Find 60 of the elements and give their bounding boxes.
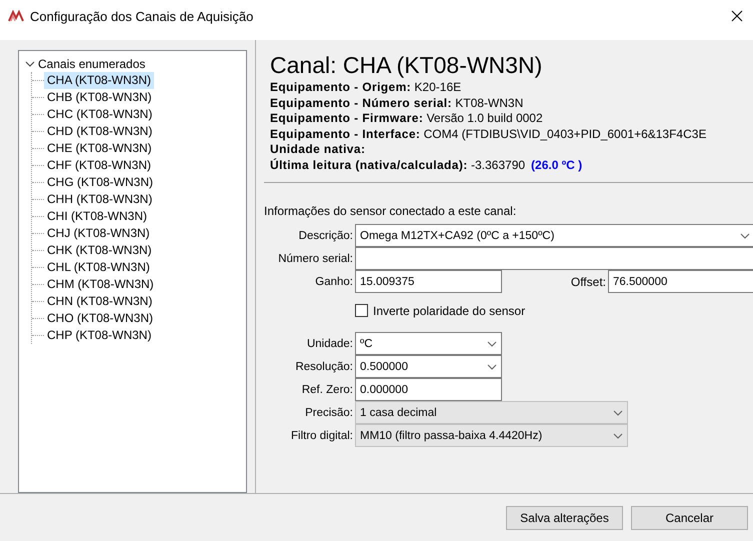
info-value: -3.363790	[471, 158, 526, 172]
tree-item[interactable]: CHI (KT08-WN3N)	[44, 208, 150, 225]
info-label: Unidade nativa:	[270, 142, 366, 156]
channel-heading: Canal: CHA (KT08-WN3N)	[270, 51, 544, 80]
tree-item[interactable]: CHF (KT08-WN3N)	[44, 157, 154, 174]
caret-icon	[613, 410, 623, 416]
dropdown[interactable]: 0.500000	[355, 355, 502, 378]
dropdown[interactable]: ºC	[355, 332, 502, 356]
field-label: Offset:	[570, 275, 607, 290]
collapse-icon[interactable]	[25, 60, 35, 68]
field-label: Ref. Zero:	[300, 384, 354, 396]
tree-item[interactable]: CHM (KT08-WN3N)	[44, 276, 157, 293]
dropdown[interactable]: Omega M12TX+CA92 (0ºC a +150ºC)	[355, 224, 753, 248]
caret-icon	[740, 232, 750, 239]
tree-item[interactable]: CHA (KT08-WN3N)	[44, 72, 154, 89]
info-value: KT08-WN3N	[455, 96, 524, 110]
app-logo-icon	[8, 10, 24, 22]
reading-value: (26.0 ºC )	[531, 158, 582, 172]
input-field[interactable]	[355, 247, 753, 270]
info-label: Equipamento - Interface:	[270, 126, 420, 141]
tree-item[interactable]: CHE (KT08-WN3N)	[44, 140, 155, 157]
input-field[interactable]: 15.009375	[355, 270, 502, 294]
tree-item[interactable]: CHK (KT08-WN3N)	[44, 242, 155, 259]
info-label: Equipamento - Origem:	[270, 80, 412, 94]
dialog-button[interactable]: Salva alterações	[506, 506, 623, 530]
section-title: Informações do sensor conectado a este canal:	[264, 204, 516, 219]
field-label: Resolução:	[294, 361, 354, 374]
field-label: Precisão:	[304, 407, 354, 420]
tree-item[interactable]: CHL (KT08-WN3N)	[44, 259, 153, 276]
field-label: Número serial:	[277, 253, 354, 266]
info-label: Equipamento - Firmware:	[270, 111, 424, 126]
tree-item[interactable]: CHC (KT08-WN3N)	[44, 106, 156, 123]
caret-icon	[487, 340, 497, 347]
tree-item[interactable]: CHG (KT08-WN3N)	[44, 174, 156, 191]
tree-item[interactable]: CHH (KT08-WN3N)	[44, 191, 156, 208]
info-value: K20-16E	[414, 80, 462, 94]
info-value: COM4 (FTDIBUS\VID_0403+PID_6001+6&13F4C3E	[424, 126, 706, 141]
info-label: Última leitura (nativa/calculada):	[270, 158, 468, 172]
field-label: Unidade:	[306, 338, 354, 350]
field-label: Ganho:	[314, 276, 354, 288]
tree-item[interactable]: CHD (KT08-WN3N)	[44, 123, 156, 140]
tree-item[interactable]: CHP (KT08-WN3N)	[44, 327, 154, 344]
dialog-button[interactable]: Cancelar	[631, 506, 748, 530]
info-value: Versão 1.0 build 0002	[426, 111, 543, 126]
checkbox[interactable]	[355, 304, 368, 318]
checkbox-label: Inverte polaridade do sensor	[373, 304, 526, 318]
tree-item[interactable]: CHO (KT08-WN3N)	[44, 310, 156, 327]
tree-item[interactable]: CHJ (KT08-WN3N)	[44, 225, 153, 242]
input-field[interactable]: 0.000000	[355, 378, 502, 402]
caret-icon	[487, 364, 497, 370]
tree-item[interactable]: CHB (KT08-WN3N)	[44, 89, 155, 106]
window-title: Configuração dos Canais de Aquisição	[30, 8, 254, 24]
field-label: Filtro digital:	[290, 430, 354, 442]
info-label: Equipamento - Número serial:	[270, 96, 452, 110]
caret-icon	[613, 432, 623, 439]
tree-item[interactable]: Canais enumerados	[38, 56, 146, 70]
input-field[interactable]: 76.500000	[608, 270, 753, 294]
close-icon[interactable]	[731, 10, 743, 22]
field-label: Descrição:	[298, 230, 354, 242]
tree-item[interactable]: CHN (KT08-WN3N)	[44, 293, 156, 310]
